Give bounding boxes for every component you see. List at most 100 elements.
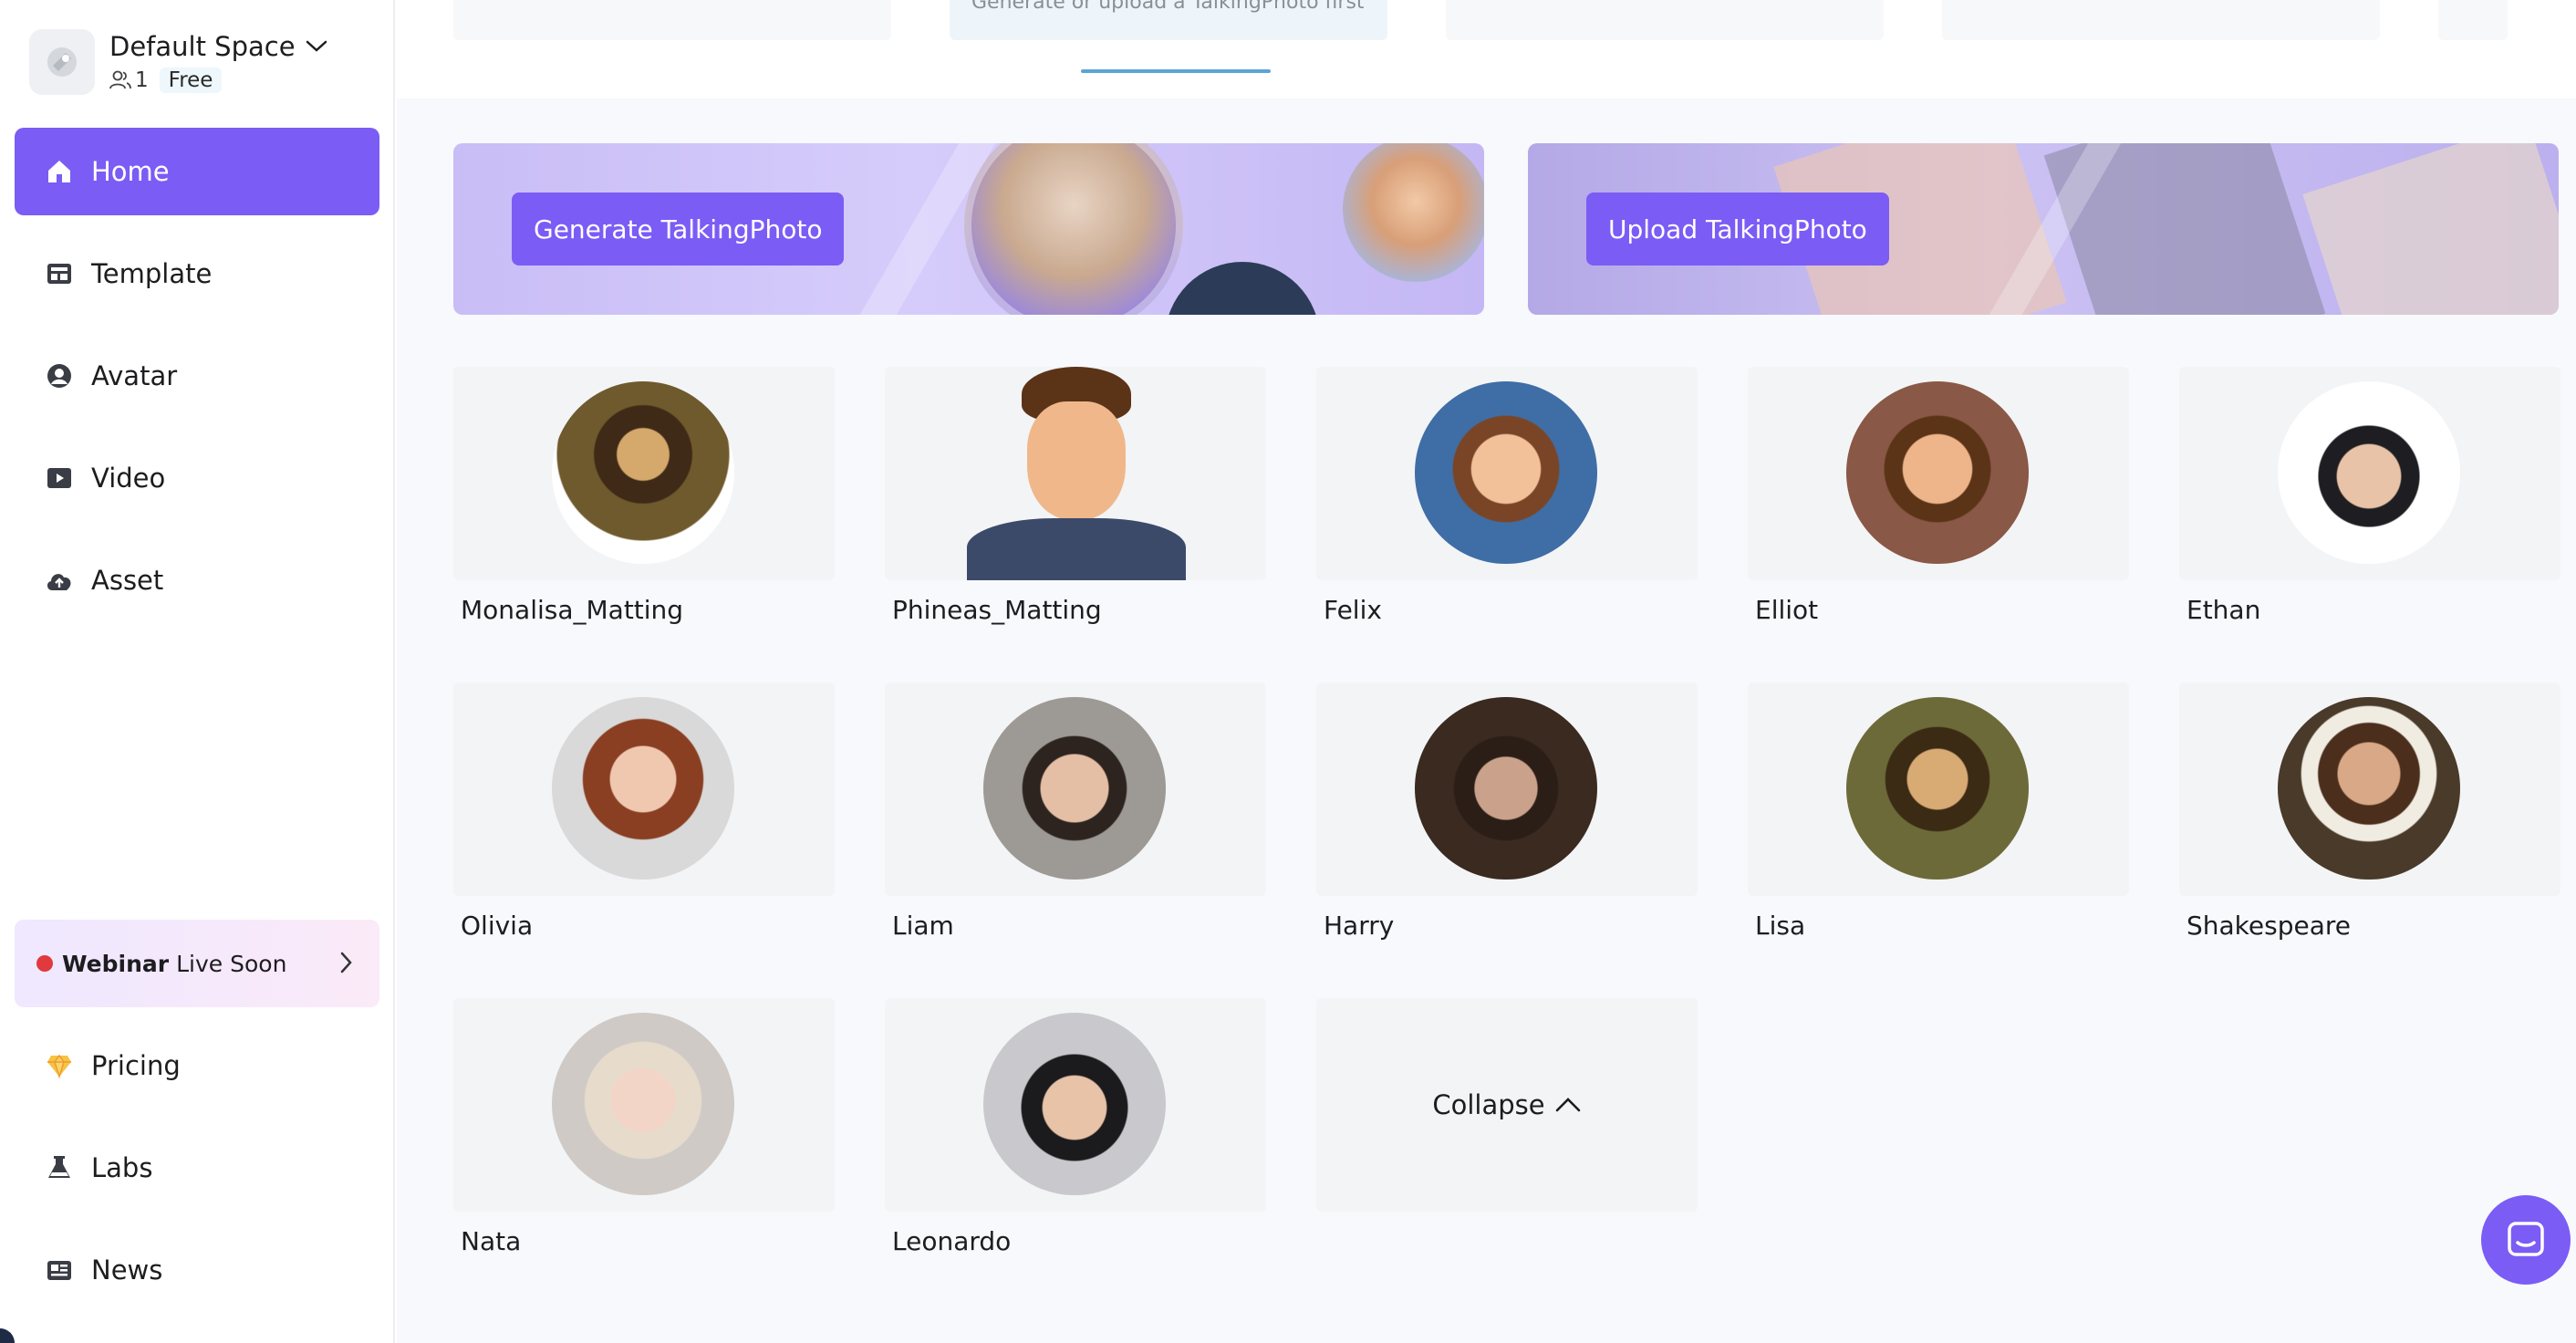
avatar-name: Phineas_Matting [892,595,1102,625]
members-icon [109,70,131,89]
plan-badge: Free [159,68,223,93]
nav-label: Video [91,463,166,494]
avatar-thumbnail [885,367,1266,580]
secondary-nav: Pricing Labs News [15,1022,379,1328]
avatar-icon [44,360,75,391]
avatar-card[interactable]: Nata [453,998,835,1256]
avatar-thumbnail [885,998,1266,1212]
home-icon [44,156,75,187]
chat-launcher-button[interactable] [2481,1195,2571,1285]
avatar-card[interactable]: Ethan [2179,367,2560,625]
nav-label: Home [91,156,170,187]
top-card[interactable] [453,0,891,40]
avatar-card[interactable]: Leonardo [885,998,1266,1256]
top-hint-text: Generate or upload a TalkingPhoto first [971,0,1365,14]
avatar-image [1415,697,1597,880]
avatar-thumbnail [453,998,835,1212]
avatar-image [1027,401,1126,520]
webinar-status: Live Soon [176,950,287,977]
avatar-thumbnail [1316,682,1698,896]
video-icon [44,463,75,494]
avatar-card[interactable]: Lisa [1748,682,2129,941]
avatar-image [1415,381,1597,564]
nav-item-pricing[interactable]: Pricing [15,1022,379,1109]
collapse-button[interactable]: Collapse [1316,998,1698,1212]
avatar-card[interactable]: Felix [1316,367,1698,625]
nav-item-labs[interactable]: Labs [15,1124,379,1212]
avatar-name: Shakespeare [2186,911,2351,941]
avatar-card[interactable]: Monalisa_Matting [453,367,835,625]
upload-banner: Upload TalkingPhoto [1528,143,2559,315]
avatar-image [967,518,1186,580]
decor-circle [1165,262,1320,315]
avatar-image [2278,697,2460,880]
cloud-upload-icon [44,565,75,596]
avatar-image [2278,381,2460,564]
generate-talkingphoto-button[interactable]: Generate TalkingPhoto [512,193,845,265]
space-logo [29,29,95,95]
nav-item-video[interactable]: Video [15,434,379,522]
chat-icon [2508,1222,2544,1256]
avatar-card[interactable]: Phineas_Matting [885,367,1266,625]
top-card[interactable] [1446,0,1884,40]
chevron-up-icon [1555,1098,1580,1112]
avatar-card[interactable]: Olivia [453,682,835,941]
top-toolbar: Generate or upload a TalkingPhoto first [397,0,2576,99]
space-switcher[interactable]: Default Space 1 Free [29,29,328,95]
avatar-name: Olivia [461,911,534,941]
template-icon [44,258,75,289]
chevron-right-icon [340,952,352,973]
avatar-name: Nata [461,1226,522,1256]
avatar-thumbnail [1748,682,2129,896]
diamond-icon [44,1050,75,1081]
top-card[interactable] [1942,0,2380,40]
avatar-name: Lisa [1755,911,1806,941]
avatar-image [1846,697,2029,880]
collapse-label: Collapse [1432,1089,1545,1120]
flask-icon [44,1152,75,1183]
nav-label: Avatar [91,360,178,391]
avatar-image [552,381,734,564]
generate-banner: Generate TalkingPhoto [453,143,1484,315]
avatar-card[interactable]: Harry [1316,682,1698,941]
nav-item-asset[interactable]: Asset [15,536,379,624]
decor-photo [2302,143,2559,315]
avatar-name: Harry [1324,911,1395,941]
nav-item-avatar[interactable]: Avatar [15,332,379,420]
news-icon [44,1255,75,1286]
webinar-banner[interactable]: Webinar Live Soon [15,920,379,1007]
avatar-name: Monalisa_Matting [461,595,684,625]
avatar-thumbnail [453,367,835,580]
tab-indicator [1081,69,1271,73]
avatar-name: Felix [1324,595,1382,625]
nav-label: Template [91,258,213,289]
avatar-name: Liam [892,911,954,941]
nav-item-news[interactable]: News [15,1226,379,1314]
avatar-card[interactable]: Elliot [1748,367,2129,625]
nav-label: Asset [91,565,164,596]
avatar-thumbnail [2179,682,2560,896]
avatar-name: Leonardo [892,1226,1012,1256]
avatar-thumbnail [453,682,835,896]
avatar-thumbnail [1748,367,2129,580]
avatar-thumbnail [1316,367,1698,580]
avatar-name: Elliot [1755,595,1819,625]
space-name: Default Space [109,31,296,62]
avatar-card[interactable]: Liam [885,682,1266,941]
avatar-card[interactable]: Shakespeare [2179,682,2560,941]
member-count: 1 [135,68,149,92]
avatar-image [1846,381,2029,564]
avatar-image [983,1013,1166,1195]
upload-talkingphoto-button[interactable]: Upload TalkingPhoto [1586,193,1889,265]
avatar-image [552,697,734,880]
nav-label: Pricing [91,1050,181,1081]
top-card[interactable] [2438,0,2508,40]
main-nav: Home Template Avatar Video Asset [15,128,379,639]
sidebar: Default Space 1 Free Home Template Avata… [0,0,395,1343]
decor-portrait [964,143,1183,315]
webinar-title: Webinar [62,950,170,977]
avatar-thumbnail [885,682,1266,896]
nav-item-template[interactable]: Template [15,230,379,318]
nav-item-home[interactable]: Home [15,128,379,215]
live-dot [36,955,53,972]
